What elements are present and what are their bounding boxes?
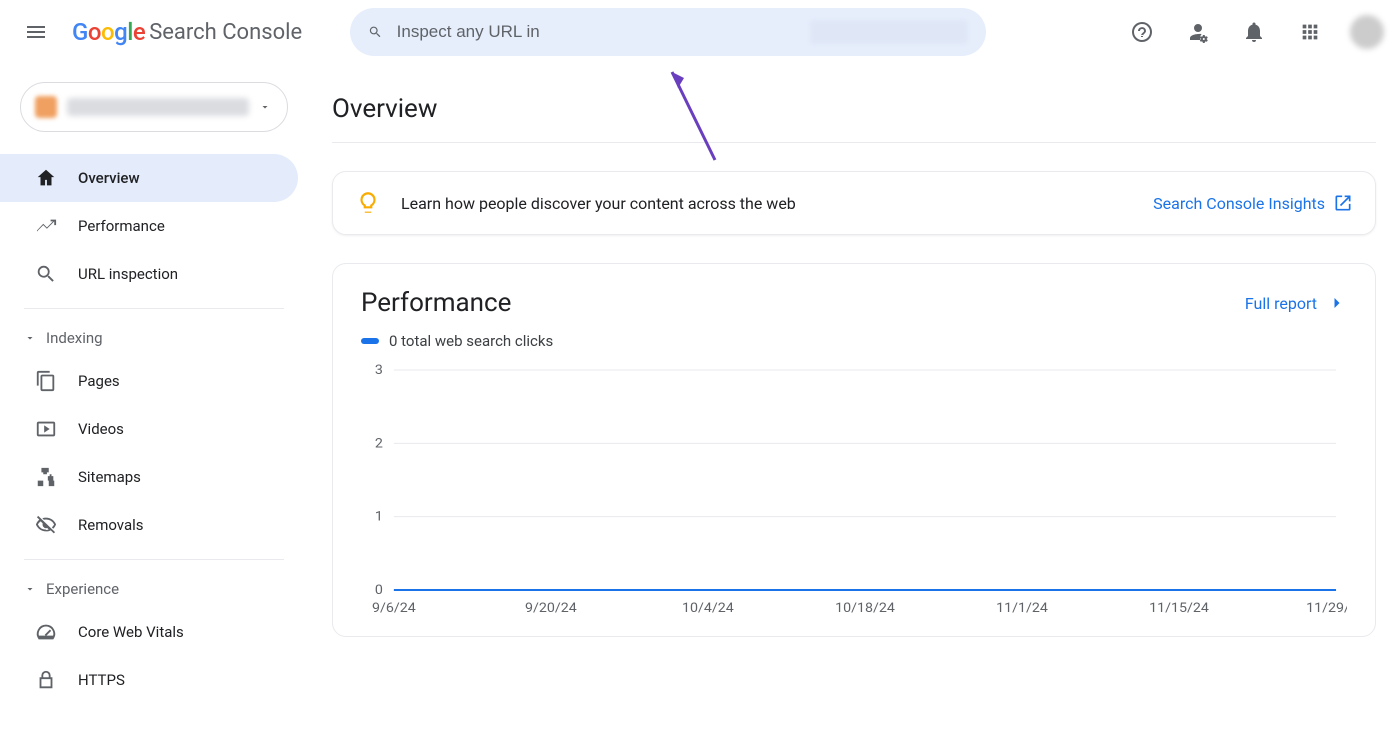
lock-icon <box>35 669 57 691</box>
hamburger-icon <box>24 20 48 44</box>
sidebar-item-sitemaps[interactable]: Sitemaps <box>0 453 298 501</box>
divider <box>24 559 284 560</box>
sidebar-item-label: URL inspection <box>78 265 178 283</box>
svg-text:11/1/24: 11/1/24 <box>996 601 1048 616</box>
sidebar-item-videos[interactable]: Videos <box>0 405 298 453</box>
svg-text:9/20/24: 9/20/24 <box>525 601 577 616</box>
sidebar-section-indexing[interactable]: Indexing <box>0 319 308 357</box>
sidebar-item-label: Videos <box>78 420 124 438</box>
page-title: Overview <box>332 94 1376 124</box>
insights-link[interactable]: Search Console Insights <box>1153 193 1353 213</box>
performance-title: Performance <box>361 288 511 318</box>
search-icon <box>35 263 57 285</box>
svg-text:10/18/24: 10/18/24 <box>835 601 895 616</box>
sidebar-item-label: Pages <box>78 372 120 390</box>
svg-text:3: 3 <box>375 363 383 378</box>
apps-button[interactable] <box>1286 8 1334 56</box>
trend-icon <box>35 215 57 237</box>
main-content: Overview Learn how people discover your … <box>308 64 1400 735</box>
notifications-button[interactable] <box>1230 8 1278 56</box>
section-label: Indexing <box>46 329 103 347</box>
sidebar: Overview Performance URL inspection Inde… <box>0 64 308 735</box>
sidebar-item-core-web-vitals[interactable]: Core Web Vitals <box>0 608 298 656</box>
google-logo: Google <box>72 18 145 46</box>
performance-chart: 0 1 2 3 9/6/24 9/20/24 10/4/24 10/18/24 11/1/24 1… <box>361 360 1347 620</box>
property-favicon <box>35 96 57 118</box>
property-name-redacted <box>67 98 249 116</box>
link-label: Full report <box>1245 294 1317 313</box>
sidebar-item-performance[interactable]: Performance <box>0 202 298 250</box>
legend-swatch <box>361 338 379 344</box>
sidebar-item-removals[interactable]: Removals <box>0 501 298 549</box>
pages-icon <box>35 370 57 392</box>
svg-text:1: 1 <box>375 509 383 524</box>
performance-card: Performance Full report 0 total web sear… <box>332 263 1376 637</box>
product-name: Search Console <box>149 20 302 45</box>
chevron-right-icon <box>1327 293 1347 313</box>
user-settings-icon <box>1186 20 1210 44</box>
home-icon <box>35 167 57 189</box>
insights-text: Learn how people discover your content a… <box>401 194 1133 213</box>
divider <box>332 142 1376 143</box>
sidebar-item-https[interactable]: HTTPS <box>0 656 298 704</box>
sidebar-item-label: Removals <box>78 516 144 534</box>
sidebar-item-label: Overview <box>78 169 140 187</box>
lightbulb-icon <box>355 190 381 216</box>
open-external-icon <box>1333 193 1353 213</box>
bell-icon <box>1242 20 1266 44</box>
sidebar-item-label: Performance <box>78 217 165 235</box>
video-icon <box>35 418 57 440</box>
redacted-domain <box>810 20 968 44</box>
sidebar-item-label: Sitemaps <box>78 468 141 486</box>
menu-button[interactable] <box>12 8 60 56</box>
svg-text:9/6/24: 9/6/24 <box>372 601 416 616</box>
svg-text:11/15/24: 11/15/24 <box>1149 601 1209 616</box>
url-input[interactable] <box>397 22 792 42</box>
caret-down-icon <box>24 583 36 595</box>
help-icon <box>1130 20 1154 44</box>
caret-down-icon <box>24 332 36 344</box>
header-actions <box>1118 8 1384 56</box>
account-avatar[interactable] <box>1350 15 1384 49</box>
svg-text:10/4/24: 10/4/24 <box>682 601 734 616</box>
sidebar-item-overview[interactable]: Overview <box>0 154 298 202</box>
visibility-off-icon <box>35 514 57 536</box>
app-header: Google Search Console <box>0 0 1400 64</box>
sidebar-item-url-inspection[interactable]: URL inspection <box>0 250 298 298</box>
sitemap-icon <box>35 466 57 488</box>
property-selector[interactable] <box>20 82 288 132</box>
link-label: Search Console Insights <box>1153 194 1325 213</box>
divider <box>24 308 284 309</box>
product-logo[interactable]: Google Search Console <box>72 18 302 46</box>
search-icon <box>368 21 383 43</box>
legend-label: 0 total web search clicks <box>389 332 553 350</box>
svg-text:2: 2 <box>375 436 383 451</box>
sidebar-item-pages[interactable]: Pages <box>0 357 298 405</box>
section-label: Experience <box>46 580 119 598</box>
caret-down-icon <box>259 101 271 113</box>
svg-text:11/29/24: 11/29/24 <box>1306 601 1347 616</box>
sidebar-item-label: Core Web Vitals <box>78 623 184 641</box>
user-settings-button[interactable] <box>1174 8 1222 56</box>
apps-grid-icon <box>1299 21 1321 43</box>
sidebar-item-label: HTTPS <box>78 671 125 689</box>
sidebar-section-experience[interactable]: Experience <box>0 570 308 608</box>
insights-card: Learn how people discover your content a… <box>332 171 1376 235</box>
svg-text:0: 0 <box>375 583 383 598</box>
chart-legend: 0 total web search clicks <box>361 332 1347 350</box>
full-report-link[interactable]: Full report <box>1245 293 1347 313</box>
help-button[interactable] <box>1118 8 1166 56</box>
speed-icon <box>35 621 57 643</box>
url-inspect-search[interactable] <box>350 8 986 56</box>
